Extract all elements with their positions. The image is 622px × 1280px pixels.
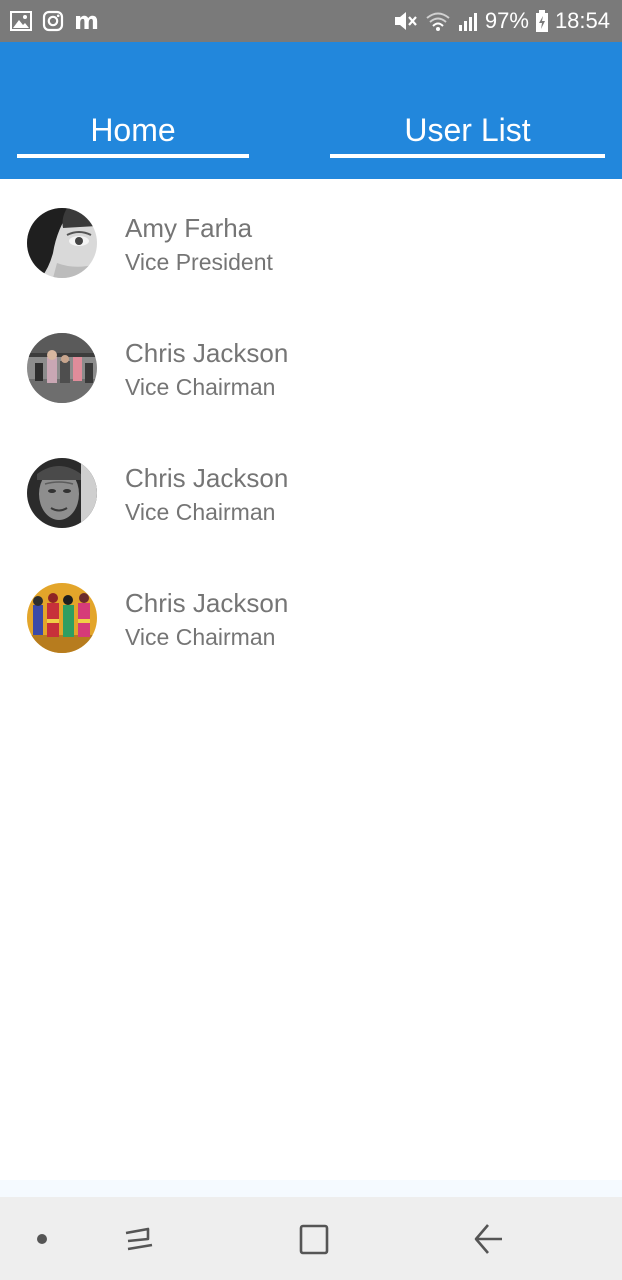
- user-name: Chris Jackson: [125, 463, 289, 493]
- mute-icon: [393, 9, 419, 33]
- instagram-icon: [42, 10, 64, 32]
- tab-home-indicator: [17, 154, 249, 158]
- avatar: [27, 208, 97, 278]
- status-right-icons: 97% 18:54: [393, 6, 610, 36]
- bottom-strip: [0, 1180, 622, 1197]
- list-item[interactable]: Chris Jackson Vice Chairman: [0, 429, 622, 554]
- m-icon: m: [74, 7, 100, 35]
- user-name: Amy Farha: [125, 213, 253, 243]
- recent-apps-icon[interactable]: [118, 1217, 162, 1261]
- list-item[interactable]: Chris Jackson Vice Chairman: [0, 554, 622, 679]
- battery-icon: [535, 9, 549, 33]
- avatar: [27, 583, 97, 653]
- home-icon[interactable]: [292, 1217, 336, 1261]
- navigation-bar: [0, 1197, 622, 1280]
- status-time: 18:54: [554, 8, 610, 33]
- user-title: Vice President: [125, 249, 273, 275]
- app-bar: Home User List: [0, 42, 622, 179]
- tab-user-list-label: User List: [404, 112, 531, 148]
- list-item[interactable]: Chris Jackson Vice Chairman: [0, 304, 622, 429]
- list-item[interactable]: Amy Farha Vice President: [0, 179, 622, 304]
- tab-user-list[interactable]: User List: [330, 108, 605, 158]
- signal-icon: [457, 10, 479, 32]
- wifi-icon: [425, 10, 451, 32]
- user-title: Vice Chairman: [125, 374, 276, 400]
- back-icon[interactable]: [466, 1217, 510, 1261]
- user-list: Amy Farha Vice President Chris Jackson V…: [0, 179, 622, 679]
- nav-dot-icon[interactable]: [20, 1217, 64, 1261]
- status-left-icons: m: [10, 8, 99, 34]
- avatar: [27, 458, 97, 528]
- avatar: [27, 333, 97, 403]
- user-name: Chris Jackson: [125, 338, 289, 368]
- user-name: Chris Jackson: [125, 588, 289, 618]
- tab-home-label: Home: [90, 112, 176, 148]
- status-bar: m 97% 18:54: [0, 0, 622, 42]
- user-title: Vice Chairman: [125, 624, 276, 650]
- tab-user-list-indicator: [330, 154, 605, 158]
- gallery-icon: [10, 11, 32, 31]
- tab-home[interactable]: Home: [17, 108, 249, 158]
- battery-percent: 97%: [484, 8, 529, 33]
- user-title: Vice Chairman: [125, 499, 276, 525]
